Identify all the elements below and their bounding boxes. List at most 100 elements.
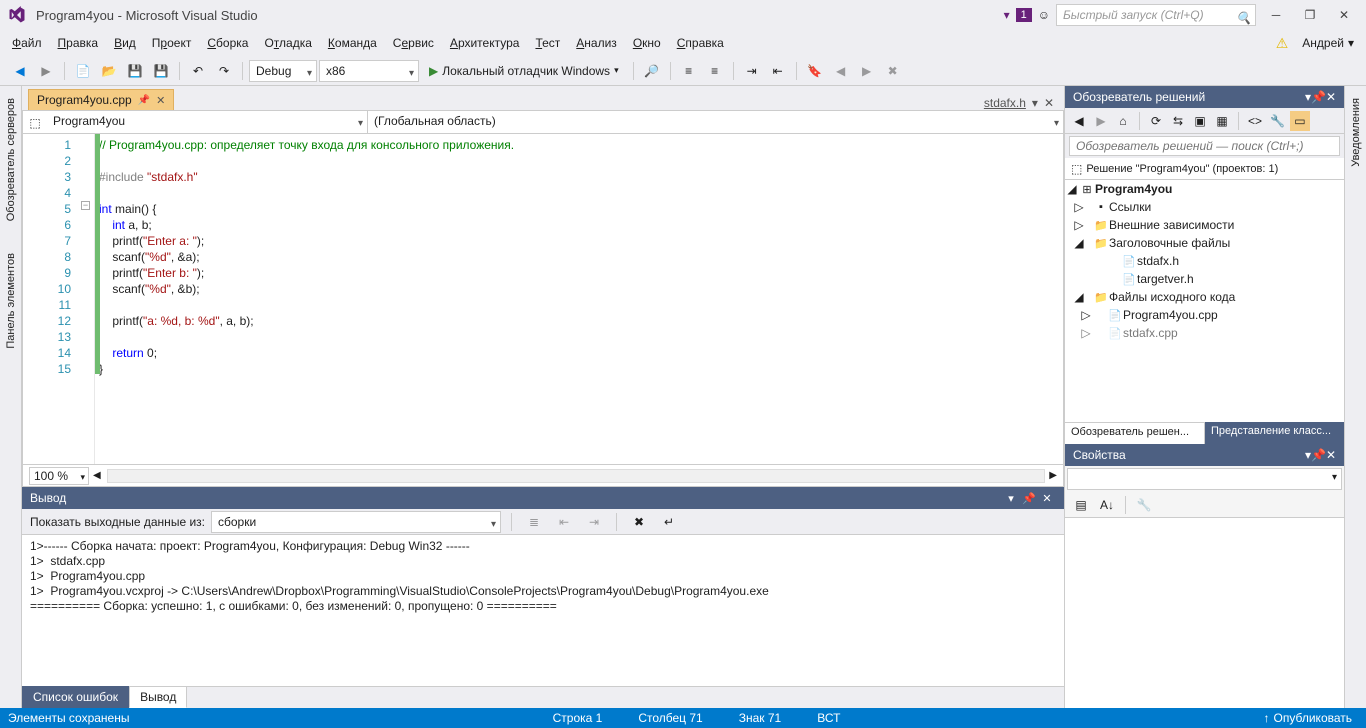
properties-grid[interactable] [1065, 518, 1344, 708]
output-clear-button[interactable]: ✖ [627, 510, 651, 534]
output-next-button[interactable]: ⇥ [582, 510, 606, 534]
toolbox-tab[interactable]: Панель элементов [3, 245, 19, 357]
panel-dropdown-icon[interactable]: ▾ [1002, 492, 1020, 505]
menu-вид[interactable]: Вид [106, 32, 144, 54]
maximize-button[interactable]: ❐ [1296, 5, 1324, 25]
menu-команда[interactable]: Команда [320, 32, 385, 54]
user-menu[interactable]: Андрей▾ [1294, 32, 1362, 54]
scroll-left-icon[interactable]: ◀ [93, 470, 101, 481]
minimize-button[interactable]: ─ [1262, 5, 1290, 25]
menu-сервис[interactable]: Сервис [385, 32, 442, 54]
alphabetical-icon[interactable]: A↓ [1095, 493, 1119, 517]
platform-combo[interactable]: x86 [319, 60, 419, 82]
nav-back-button[interactable]: ◀ [8, 59, 32, 83]
output-source-combo[interactable]: сборки [211, 511, 501, 533]
tab-output[interactable]: Вывод [129, 686, 187, 708]
undo-button[interactable]: ↶ [186, 59, 210, 83]
code-icon[interactable]: <> [1245, 111, 1265, 131]
panel-close-icon[interactable]: ✕ [1326, 90, 1336, 104]
prev-doc-link[interactable]: stdafx.h [984, 96, 1026, 110]
open-button[interactable]: 📂 [97, 59, 121, 83]
publish-button[interactable]: Опубликовать [1274, 711, 1352, 725]
pin-icon[interactable]: 📌 [138, 95, 150, 106]
menu-файл[interactable]: Файл [4, 32, 50, 54]
solution-search-input[interactable] [1069, 136, 1340, 156]
nav-scope-combo[interactable]: Program4you [47, 111, 367, 133]
menu-сборка[interactable]: Сборка [199, 32, 256, 54]
doc-menu-icon[interactable]: ▾ [1032, 96, 1038, 110]
collapse-icon[interactable]: ▣ [1190, 111, 1210, 131]
preview-icon[interactable]: ▭ [1290, 111, 1310, 131]
code-area[interactable]: // Program4you.cpp: определяет точку вхо… [95, 134, 1063, 464]
start-debug-button[interactable]: ▶ Локальный отладчик Windows ▾ [421, 60, 627, 82]
menu-проект[interactable]: Проект [144, 32, 200, 54]
output-prev-button[interactable]: ⇤ [552, 510, 576, 534]
outdent-button[interactable]: ⇤ [766, 59, 790, 83]
folding-margin[interactable]: − [79, 134, 95, 464]
save-all-button[interactable]: 💾 [149, 59, 173, 83]
properties-icon[interactable]: 🔧 [1267, 111, 1288, 131]
solution-root[interactable]: Решение "Program4you" (проектов: 1) [1086, 163, 1278, 175]
showall-icon[interactable]: ▦ [1212, 111, 1232, 131]
fwd-icon[interactable]: ▶ [1091, 111, 1111, 131]
panel-pin-icon[interactable]: 📌 [1311, 90, 1326, 104]
close-icon[interactable]: ✕ [156, 94, 165, 107]
menu-справка[interactable]: Справка [669, 32, 732, 54]
quick-launch-input[interactable]: Быстрый запуск (Ctrl+Q) 🔍 [1056, 4, 1256, 26]
next-bookmark-button[interactable]: ▶ [855, 59, 879, 83]
warning-icon[interactable]: ⚠ [1276, 35, 1289, 52]
nav-fwd-button[interactable]: ▶ [34, 59, 58, 83]
panel-pin-icon[interactable]: 📌 [1311, 448, 1326, 462]
panel-close-icon[interactable]: ✕ [1038, 492, 1056, 505]
nav-scope-icon[interactable]: ⬚ [23, 111, 47, 135]
notifications-tab[interactable]: Уведомления [1348, 90, 1364, 175]
publish-icon[interactable]: ↑ [1264, 711, 1270, 725]
menu-окно[interactable]: Окно [625, 32, 669, 54]
zoom-combo[interactable]: 100 % [29, 467, 89, 485]
refresh-icon[interactable]: ⟳ [1146, 111, 1166, 131]
sync-icon[interactable]: ⇆ [1168, 111, 1188, 131]
tab-class-view[interactable]: Представление класс... [1205, 422, 1344, 444]
property-pages-icon[interactable]: 🔧 [1132, 493, 1156, 517]
doc-tab-program4you[interactable]: Program4you.cpp 📌 ✕ [28, 89, 174, 110]
fold-icon[interactable]: − [81, 201, 90, 210]
output-goto-button[interactable]: ≣ [522, 510, 546, 534]
categorized-icon[interactable]: ▤ [1069, 493, 1093, 517]
home-icon[interactable]: ⌂ [1113, 111, 1133, 131]
notifications-badge[interactable]: 1 [1016, 8, 1032, 22]
solution-tree[interactable]: ◢⊞Program4you ▷▪Ссылки ▷📁Внешние зависим… [1065, 180, 1344, 422]
redo-button[interactable]: ↷ [212, 59, 236, 83]
back-icon[interactable]: ◀ [1069, 111, 1089, 131]
clear-bookmarks-button[interactable]: ✖ [881, 59, 905, 83]
tab-error-list[interactable]: Список ошибок [22, 686, 129, 708]
tab-solution-explorer[interactable]: Обозреватель решен... [1065, 422, 1205, 444]
indent-button[interactable]: ⇥ [740, 59, 764, 83]
bookmark-button[interactable]: 🔖 [803, 59, 827, 83]
panel-pin-icon[interactable]: 📌 [1020, 492, 1038, 505]
panel-close-icon[interactable]: ✕ [1326, 448, 1336, 462]
menu-правка[interactable]: Правка [50, 32, 107, 54]
uncomment-button[interactable]: ≡ [703, 59, 727, 83]
menu-отладка[interactable]: Отладка [256, 32, 319, 54]
new-project-button[interactable]: 📄 [71, 59, 95, 83]
nav-member-combo[interactable]: (Глобальная область) [368, 111, 1063, 133]
menu-анализ[interactable]: Анализ [568, 32, 625, 54]
save-button[interactable]: 💾 [123, 59, 147, 83]
server-explorer-tab[interactable]: Обозреватель серверов [3, 90, 19, 229]
close-doc-icon[interactable]: ✕ [1044, 96, 1054, 110]
properties-object-combo[interactable] [1067, 468, 1342, 490]
output-wrap-button[interactable]: ↵ [657, 510, 681, 534]
menu-архитектура[interactable]: Архитектура [442, 32, 528, 54]
close-button[interactable]: ✕ [1330, 5, 1358, 25]
flag-icon[interactable]: ▾ [1004, 8, 1010, 22]
comment-button[interactable]: ≡ [677, 59, 701, 83]
menu-тест[interactable]: Тест [527, 32, 568, 54]
find-button[interactable]: 🔎 [640, 59, 664, 83]
h-scrollbar[interactable] [107, 469, 1046, 483]
output-text[interactable]: 1>------ Сборка начата: проект: Program4… [22, 535, 1064, 686]
code-editor[interactable]: 123456789101112131415 − // Program4you.c… [23, 134, 1063, 464]
config-combo[interactable]: Debug [249, 60, 317, 82]
prev-bookmark-button[interactable]: ◀ [829, 59, 853, 83]
scroll-right-icon[interactable]: ▶ [1049, 470, 1057, 481]
feedback-icon[interactable]: ☺ [1038, 8, 1050, 22]
